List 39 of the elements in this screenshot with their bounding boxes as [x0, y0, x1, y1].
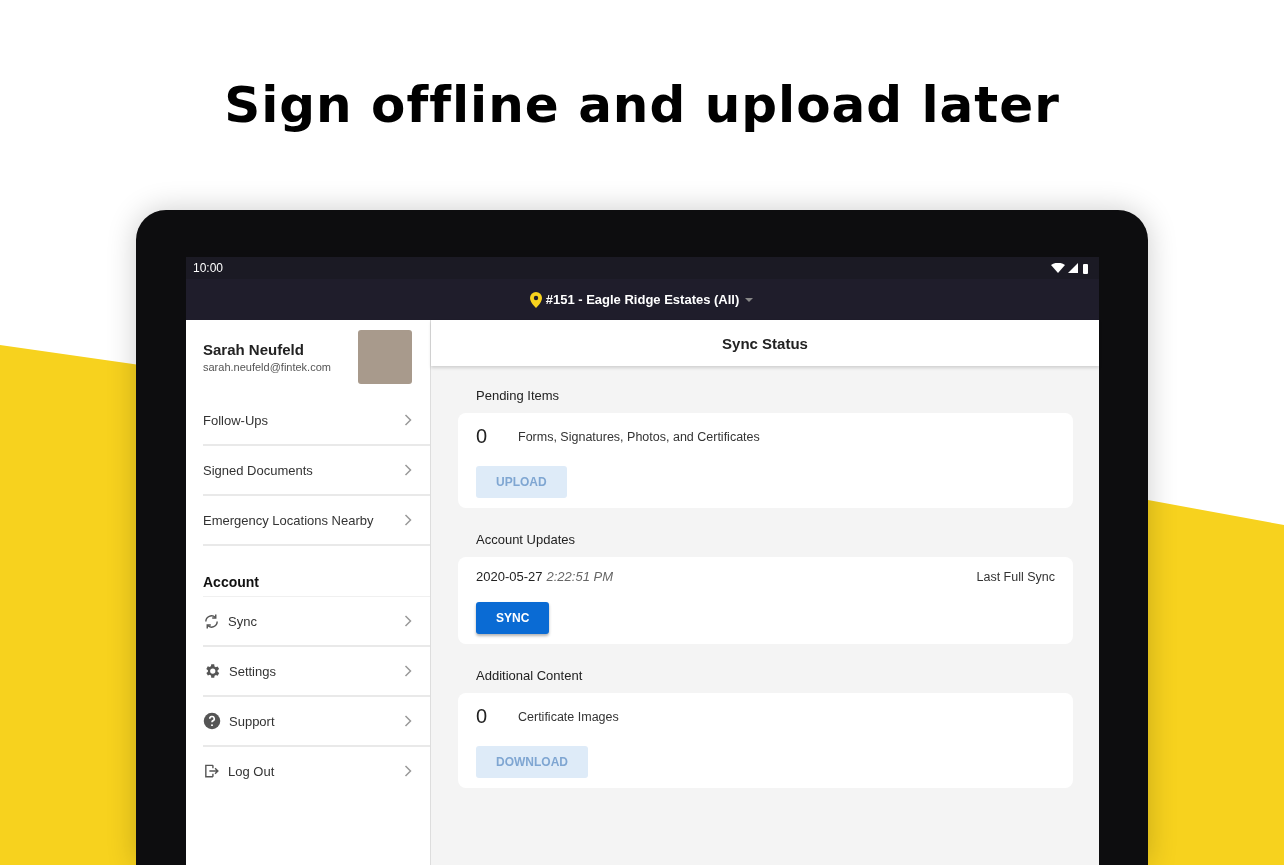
section-heading: Account — [203, 574, 430, 597]
section-heading: Account Updates — [476, 532, 576, 547]
item-description: Forms, Signatures, Photos, and Certificates — [518, 429, 760, 444]
sidebar-item[interactable]: Follow-Ups — [203, 396, 430, 446]
signal-icons — [1051, 262, 1089, 274]
sidebar-item[interactable]: Signed Documents — [203, 446, 430, 496]
status-time: 10:00 — [193, 261, 224, 275]
chevron-right-icon — [404, 615, 412, 627]
logout-icon — [203, 762, 220, 780]
sync-label: Last Full Sync — [976, 569, 1055, 584]
chevron-right-icon — [404, 514, 412, 526]
chevron-right-icon — [404, 665, 412, 677]
chevron-right-icon — [404, 414, 412, 426]
location-name[interactable]: #151 - Eagle Ridge Estates (All) — [545, 292, 740, 307]
user-email: sarah.neufeld@fintek.com — [203, 361, 331, 373]
sync-time: 2:22:51 PM — [546, 569, 613, 584]
item-description: Certificate Images — [518, 709, 619, 724]
section-heading: Pending Items — [476, 388, 561, 403]
chevron-right-icon — [404, 715, 412, 727]
user-name: Sarah Neufeld — [203, 341, 305, 358]
help-icon — [203, 712, 221, 730]
caret-icon[interactable] — [743, 295, 756, 304]
sync-icon — [203, 612, 220, 630]
sidebar-item[interactable]: Support — [203, 697, 430, 747]
item-count: 0 — [476, 425, 489, 448]
page-title: Sync Status — [431, 320, 1099, 366]
sidebar-item[interactable]: Emergency Locations Nearby — [203, 496, 430, 546]
sidebar-item[interactable]: Sync — [203, 597, 430, 647]
headline: Sign offline and upload later — [223, 75, 1061, 136]
sidebar-item[interactable]: Log Out — [203, 747, 430, 795]
action-button[interactable]: SYNC — [476, 602, 550, 634]
chevron-right-icon — [404, 765, 412, 777]
location-pin-icon — [529, 291, 542, 308]
section-heading: Additional Content — [476, 668, 584, 683]
item-count: 0 — [476, 705, 489, 728]
sidebar-item[interactable]: Settings — [203, 647, 430, 697]
photo-placeholder — [358, 330, 412, 384]
chevron-right-icon — [404, 464, 412, 476]
sync-date: 2020-05-27 — [476, 569, 543, 584]
